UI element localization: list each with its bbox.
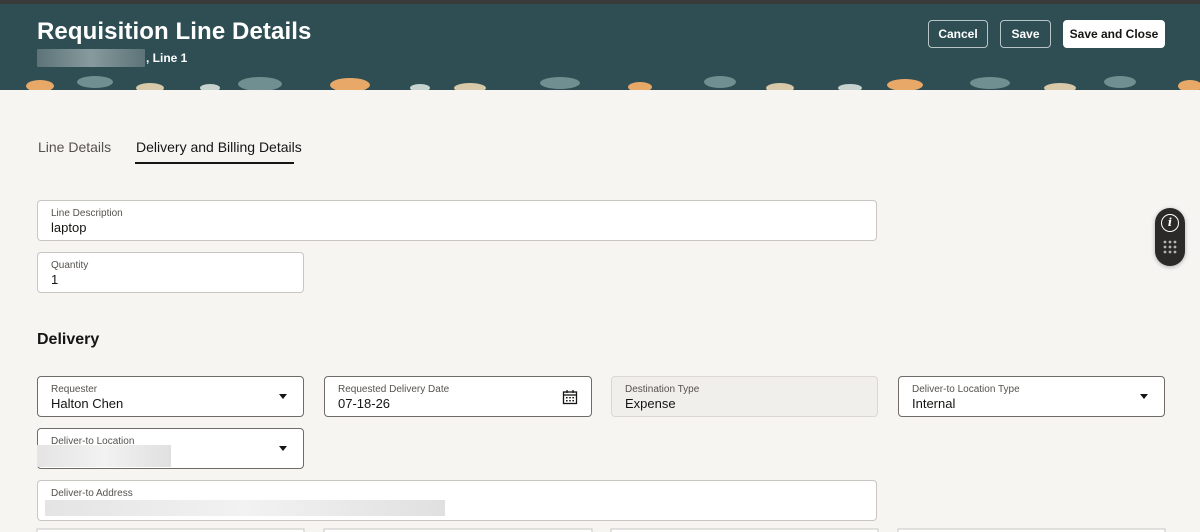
requester-label: Requester	[51, 384, 98, 395]
deliver-to-location-type-label: Deliver-to Location Type	[912, 384, 1020, 395]
top-border	[0, 0, 1200, 4]
quantity-value: 1	[51, 272, 59, 287]
redacted-location-value	[37, 445, 171, 467]
redacted-address-value	[45, 500, 445, 516]
page-subtitle: , Line 1	[37, 49, 187, 67]
requested-delivery-date-field[interactable]: Requested Delivery Date 07-18-26	[324, 376, 592, 417]
subtitle-line-number: , Line 1	[146, 51, 188, 65]
requester-value: Halton Chen	[51, 396, 124, 411]
destination-type-value: Expense	[625, 396, 676, 411]
dropdown-caret-icon[interactable]	[1140, 394, 1148, 399]
calendar-icon[interactable]	[562, 389, 578, 405]
redacted-requisition-number	[37, 49, 145, 67]
dropdown-caret-icon[interactable]	[279, 446, 287, 451]
next-row-fields-partial	[36, 528, 1166, 532]
quantity-label: Quantity	[51, 260, 89, 271]
save-and-close-button[interactable]: Save and Close	[1063, 20, 1165, 48]
dropdown-caret-icon[interactable]	[279, 394, 287, 399]
line-description-value: laptop	[51, 220, 87, 235]
floating-help-widget[interactable]: i	[1155, 208, 1185, 266]
page-header: Requisition Line Details , Line 1 Cancel…	[0, 0, 1200, 90]
line-description-label: Line Description	[51, 208, 123, 219]
active-tab-indicator	[135, 162, 294, 164]
requested-delivery-date-label: Requested Delivery Date	[338, 384, 450, 395]
cancel-button[interactable]: Cancel	[928, 20, 988, 48]
requester-select[interactable]: Requester Halton Chen	[37, 376, 304, 417]
line-description-field[interactable]: Line Description laptop	[37, 200, 877, 241]
destination-type-label: Destination Type	[625, 384, 700, 395]
deliver-to-location-type-value: Internal	[912, 396, 956, 411]
delivery-section-title: Delivery	[37, 331, 100, 348]
page-title: Requisition Line Details	[37, 18, 312, 45]
header-decorative-pattern	[0, 76, 1200, 90]
tab-delivery-and-billing-details[interactable]: Delivery and Billing Details	[136, 139, 302, 155]
save-button[interactable]: Save	[1000, 20, 1051, 48]
deliver-to-address-label: Deliver-to Address	[51, 488, 133, 499]
deliver-to-location-type-select[interactable]: Deliver-to Location Type Internal	[898, 376, 1165, 417]
grid-dots-icon[interactable]	[1163, 240, 1177, 258]
destination-type-field: Destination Type Expense	[611, 376, 878, 417]
info-icon[interactable]: i	[1161, 214, 1179, 232]
tab-line-details[interactable]: Line Details	[38, 139, 111, 155]
requested-delivery-date-value: 07-18-26	[338, 396, 391, 411]
quantity-field[interactable]: Quantity 1	[37, 252, 304, 293]
